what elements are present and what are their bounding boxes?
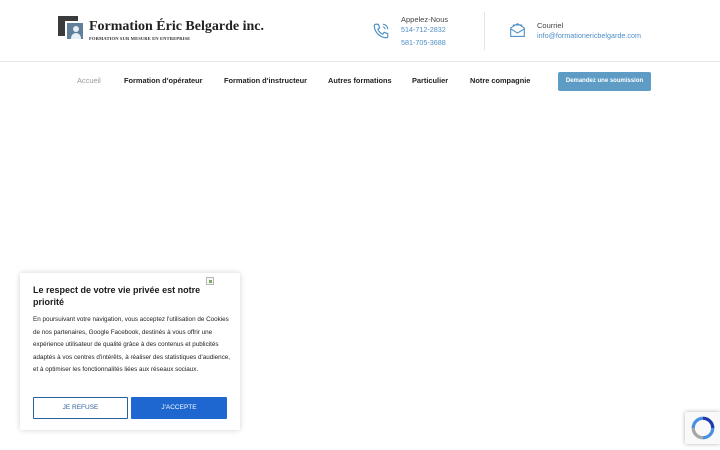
nav-item-accueil[interactable]: Accueil [77,76,101,85]
cookie-consent-dialog: Le respect de votre vie privée est notre… [20,273,240,430]
logo-title: Formation Éric Belgarde inc. [89,19,264,34]
nav-item-particulier[interactable]: Particulier [412,76,448,85]
cookie-title: Le respect de votre vie privée est notre… [33,285,201,307]
site-logo[interactable]: Formation Éric Belgarde inc. FORMATION S… [58,16,264,46]
nav-item-notre-compagnie[interactable]: Notre compagnie [470,76,530,85]
email-link[interactable]: info@formationericbelgarde.com [537,31,641,40]
mail-icon [510,23,525,38]
phone-label: Appelez-Nous [401,15,449,24]
contact-phone: Appelez-Nous 514-712-2832 581-705-3688 [370,0,480,62]
nav-item-formation-operateur[interactable]: Formation d'opérateur [124,76,203,85]
logo-tagline: FORMATION SUR MESURE EN ENTREPRISE [89,36,191,41]
cookie-text: En poursuivant votre navigation, vous ac… [33,316,231,374]
contact-email: Courriel info@formationericbelgarde.com [508,0,668,62]
phone-icon [373,23,389,39]
phone-number-1[interactable]: 514-712-2832 [401,25,446,34]
recaptcha-badge[interactable] [685,412,720,444]
refuse-cookies-button[interactable]: JE REFUSE [33,397,128,419]
request-quote-button[interactable]: Demandez une soumission [558,72,651,91]
header-divider [484,12,485,50]
logo-icon [58,16,86,42]
accept-cookies-button[interactable]: J'ACCEPTE [131,397,227,419]
recaptcha-icon [691,416,715,440]
email-label: Courriel [537,21,564,30]
nav-item-autres-formations[interactable]: Autres formations [328,76,392,85]
nav-item-formation-instructeur[interactable]: Formation d'instructeur [224,76,307,85]
phone-number-2[interactable]: 581-705-3688 [401,38,446,47]
site-header: Formation Éric Belgarde inc. FORMATION S… [0,0,720,62]
